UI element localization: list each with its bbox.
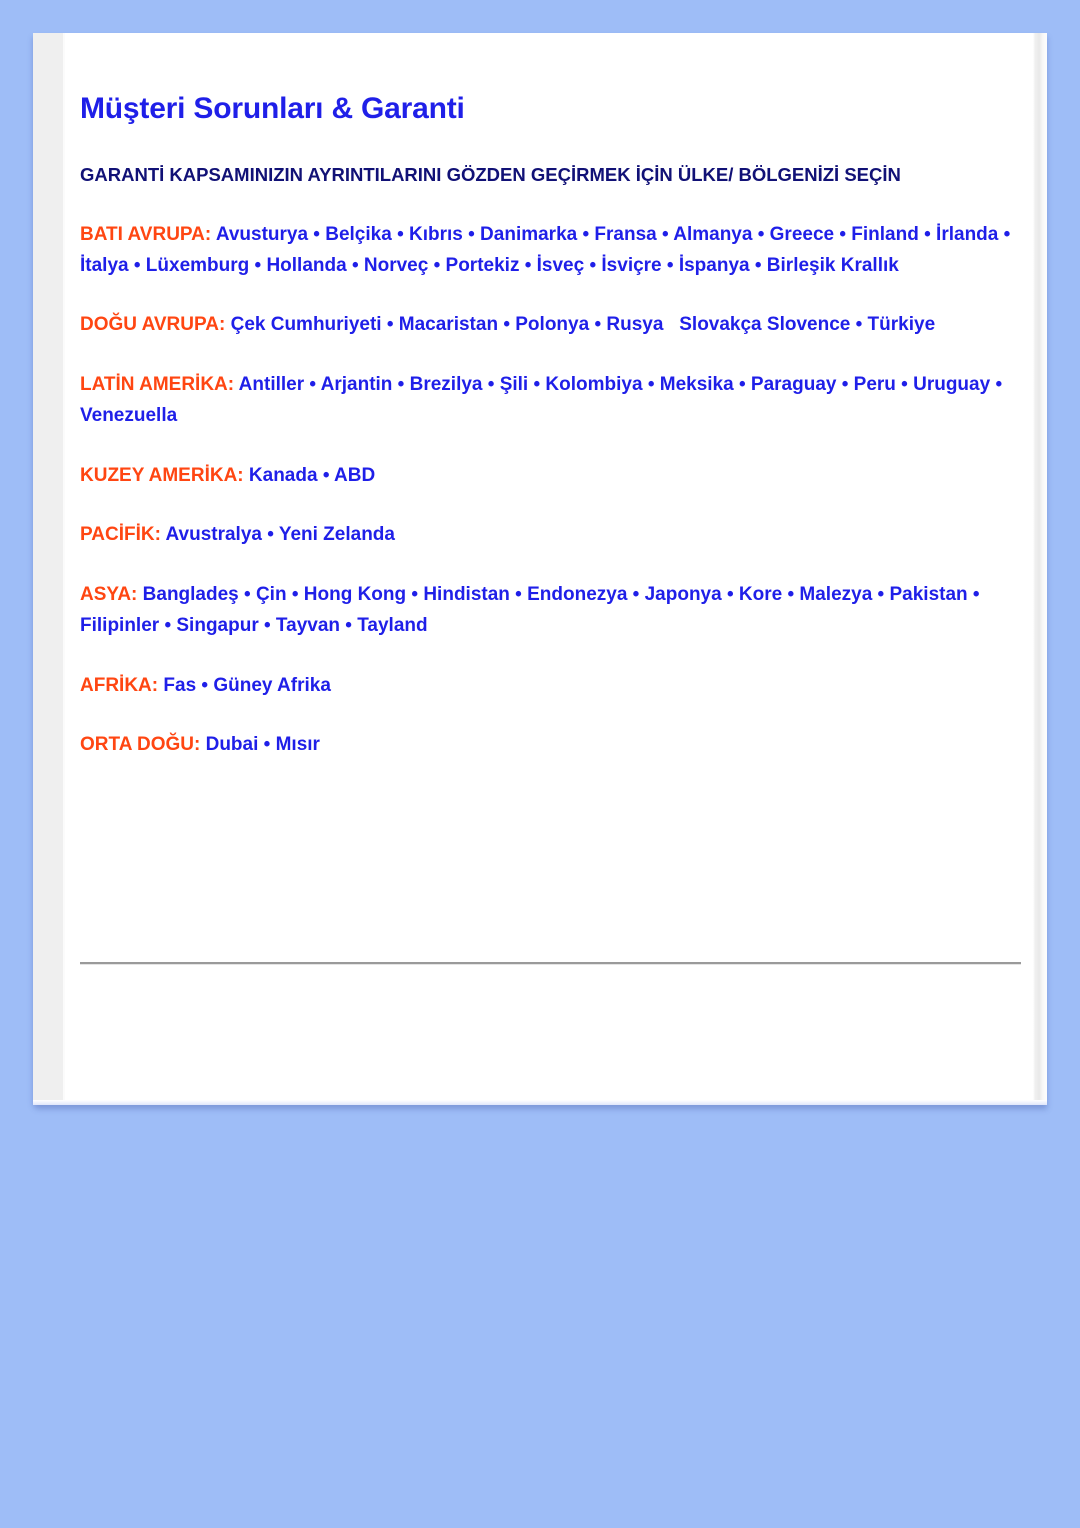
region-label: PACİFİK: (80, 524, 161, 546)
region-block: AFRİKA: Fas • Güney Afrika (80, 671, 1030, 702)
region-label: KUZEY AMERİKA: (80, 464, 244, 486)
region-block: ASYA: Bangladeş • Çin • Hong Kong • Hind… (80, 580, 1030, 642)
region-block: PACİFİK: Avustralya • Yeni Zelanda (80, 520, 1030, 551)
region-country-list[interactable]: Avusturya • Belçika • Kıbrıs • Danimarka… (80, 224, 1016, 276)
region-label: AFRİKA: (80, 674, 159, 696)
region-label: BATI AVRUPA: (80, 223, 212, 245)
left-gutter-edge (63, 33, 65, 1105)
document-panel: Müşteri Sorunları & Garanti GARANTİ KAPS… (33, 33, 1047, 1105)
region-block: ORTA DOĞU: Dubai • Mısır (80, 730, 1030, 761)
region-country-list[interactable]: Fas • Güney Afrika (163, 675, 331, 696)
region-block: BATI AVRUPA: Avusturya • Belçika • Kıbrı… (80, 220, 1030, 282)
region-country-list[interactable]: Kanada • ABD (249, 465, 375, 486)
page-title: Müşteri Sorunları & Garanti (80, 92, 465, 125)
section-divider (80, 962, 1021, 964)
region-block: KUZEY AMERİKA: Kanada • ABD (80, 461, 1030, 492)
region-list: BATI AVRUPA: Avusturya • Belçika • Kıbrı… (80, 220, 1032, 761)
warranty-instruction-text: GARANTİ KAPSAMINIZIN AYRINTILARINI GÖZDE… (80, 164, 901, 185)
region-block: LATİN AMERİKA: Antiller • Arjantin • Bre… (80, 370, 1030, 432)
region-label: ASYA: (80, 584, 138, 606)
region-label: LATİN AMERİKA: (80, 374, 235, 396)
document-content: Müşteri Sorunları & Garanti GARANTİ KAPS… (80, 33, 1032, 1105)
region-country-list[interactable]: Dubai • Mısır (206, 734, 320, 755)
region-country-list[interactable]: Bangladeş • Çin • Hong Kong • Hindistan … (80, 584, 985, 636)
left-gutter-strip (33, 33, 63, 1105)
right-scroll-edge-strip[interactable] (1033, 33, 1047, 1105)
region-country-list[interactable]: Çek Cumhuriyeti • Macaristan • Polonya •… (231, 314, 936, 335)
region-label: DOĞU AVRUPA: (80, 314, 226, 336)
region-block: DOĞU AVRUPA: Çek Cumhuriyeti • Macarista… (80, 310, 1030, 341)
region-country-list[interactable]: Avustralya • Yeni Zelanda (166, 524, 395, 545)
region-label: ORTA DOĞU: (80, 734, 201, 756)
